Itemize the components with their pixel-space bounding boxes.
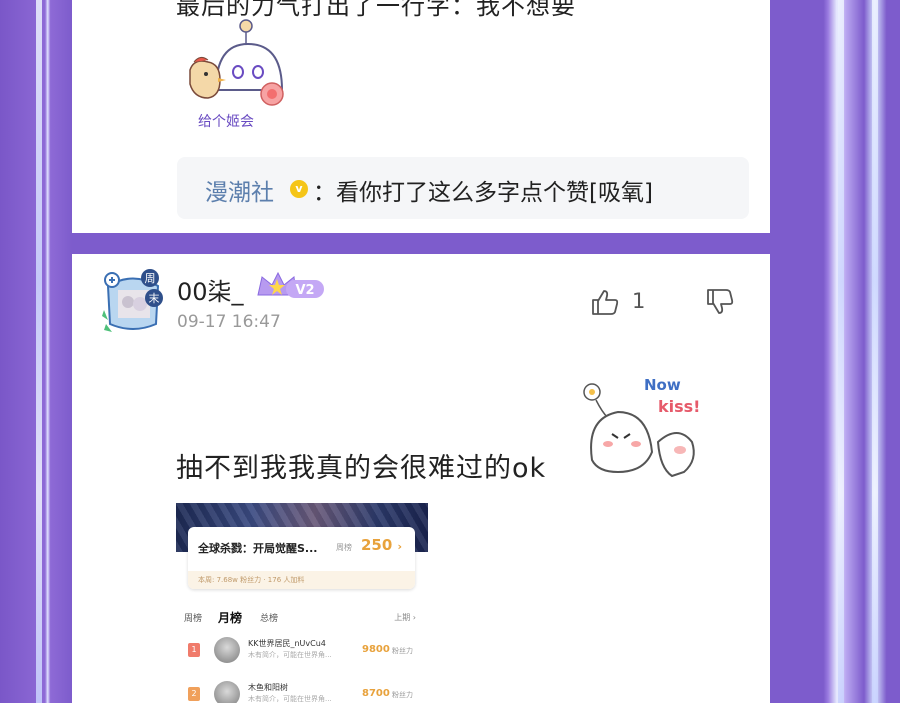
screenshot-tabs: 周榜 月榜 总榜 上期 ›	[184, 611, 420, 627]
sticker-word: kiss!	[658, 397, 700, 416]
avatar-badge-text: 周	[145, 272, 156, 285]
rank-value: 250 ›	[361, 536, 403, 554]
row-unit: 粉丝力	[392, 691, 413, 699]
sticker-caption: 给个姬会	[198, 114, 254, 130]
row-score: 9800	[362, 644, 390, 655]
row-score: 8700	[362, 688, 390, 699]
comment-timestamp: 09-17 16:47	[177, 312, 281, 332]
rank-label: 周榜	[336, 543, 352, 552]
tab-total: 总榜	[260, 614, 279, 624]
comment-text: 抽不到我我真的会很难过的ok	[176, 453, 547, 484]
reply-author[interactable]: 漫潮社	[205, 173, 274, 207]
screenshot-sub-stats: 本周: 7.68w 粉丝力 · 176 人加料	[198, 576, 305, 584]
previous-period-link: 上期 ›	[394, 613, 416, 622]
rank-number: 2	[188, 687, 200, 701]
avatar-badge-text: 末	[149, 291, 160, 305]
thumbs-up-icon[interactable]	[590, 287, 620, 317]
reply-text: ：看你打了这么多字点个赞[吸氧]	[313, 180, 653, 206]
row-name: 木鱼和阳树	[248, 683, 288, 692]
row-desc: 木有简介，可能在世界角...	[248, 651, 332, 659]
level-text: V2	[295, 283, 314, 298]
tab-weekly: 周榜	[184, 614, 203, 624]
verified-badge-icon: v	[290, 180, 308, 198]
bg-light-stripe	[36, 0, 42, 703]
like-count: 1	[632, 289, 646, 313]
row-name: KK世界居民_nUvCu4	[248, 639, 326, 648]
chick-sticker: 给个姬会	[189, 19, 284, 130]
user-avatar[interactable]: 周 末	[98, 266, 168, 336]
sticker-word: Now	[644, 376, 681, 394]
reply-preview[interactable]: 漫潮社 v ：看你打了这么多字点个赞[吸氧]	[177, 157, 749, 219]
row-unit: 粉丝力	[392, 647, 413, 655]
avatar	[214, 681, 240, 703]
ranking-row: 1 KK世界居民_nUvCu4 木有简介，可能在世界角... 9800 粉丝力	[184, 635, 420, 665]
kiss-sticker: Now kiss!	[583, 376, 700, 478]
avatar	[214, 637, 240, 663]
row-desc: 木有简介，可能在世界角...	[248, 695, 332, 703]
level-badge-icon: V2	[257, 271, 324, 298]
thumbs-down-icon[interactable]	[705, 287, 735, 317]
screenshot-title: 全球杀戮：开局觉醒S...	[198, 542, 318, 555]
tab-monthly: 月榜	[218, 611, 243, 625]
ranking-row: 2 木鱼和阳树 木有简介，可能在世界角... 8700 粉丝力	[184, 679, 420, 703]
embedded-ranking-screenshot[interactable]: 全球杀戮：开局觉醒S... 周榜 250 › 本周: 7.68w 粉丝力 · 1…	[176, 503, 428, 703]
rank-number: 1	[188, 643, 200, 657]
screenshot-title-card: 全球杀戮：开局觉醒S... 周榜 250 › 本周: 7.68w 粉丝力 · 1…	[188, 527, 415, 589]
bg-light-stripe	[872, 0, 878, 703]
bg-light-stripe	[838, 0, 844, 703]
username[interactable]: 00柒_	[177, 272, 244, 307]
